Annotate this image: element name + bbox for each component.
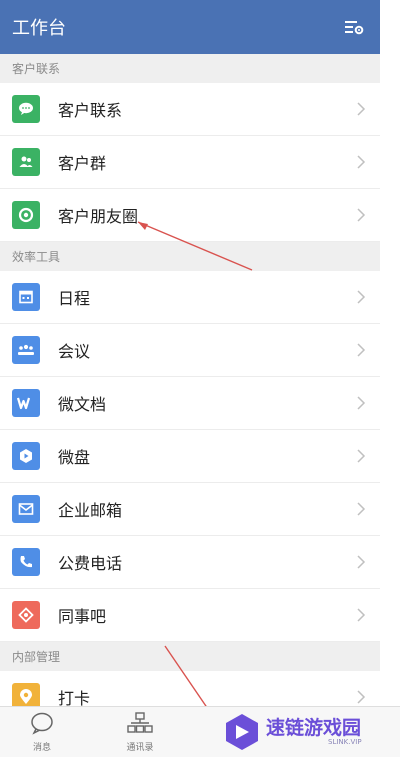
chat-bubble-icon [12, 95, 40, 123]
list-item-customer-contact[interactable]: 客户联系 [0, 83, 380, 136]
tab-messages[interactable]: 消息 [12, 711, 72, 753]
chevron-right-icon [357, 608, 366, 622]
item-label: 企业邮箱 [58, 501, 123, 520]
list-item-phone[interactable]: 公费电话 [0, 536, 380, 589]
document-icon [12, 389, 40, 417]
section-title: 内部管理 [12, 650, 61, 664]
list-item-schedule[interactable]: 日程 [0, 271, 380, 324]
list-item-document[interactable]: 微文档 [0, 377, 380, 430]
tab-label: 通讯录 [126, 743, 154, 753]
chevron-right-icon [357, 290, 366, 304]
chevron-right-icon [357, 502, 366, 516]
chevron-right-icon [357, 396, 366, 410]
section-header-efficiency: 效率工具 [0, 242, 380, 271]
section-header-internal: 内部管理 [0, 642, 380, 671]
chevron-right-icon [357, 155, 366, 169]
item-label: 微盘 [58, 448, 91, 467]
workspace-list: 客户联系 客户联系 客户群 客户朋友圈 效率工具 日程 会议 微文档 微盘 企业… [0, 54, 380, 724]
list-item-customer-group[interactable]: 客户群 [0, 136, 380, 189]
bottom-nav: 消息 通讯录 速链游戏园 SLINK.VIP [0, 706, 400, 757]
tab-label: 消息 [32, 743, 51, 753]
list-item-disk[interactable]: 微盘 [0, 430, 380, 483]
chevron-right-icon [357, 343, 366, 357]
logo-icon [226, 714, 258, 750]
item-label: 客户联系 [58, 101, 123, 120]
calendar-icon [12, 283, 40, 311]
chevron-right-icon [357, 208, 366, 222]
meeting-icon [12, 336, 40, 364]
tab-contacts[interactable]: 通讯录 [110, 711, 170, 753]
chevron-right-icon [357, 102, 366, 116]
item-label: 微文档 [58, 395, 107, 414]
list-item-mail[interactable]: 企业邮箱 [0, 483, 380, 536]
message-icon [31, 712, 53, 735]
watermark-logo: 速链游戏园 SLINK.VIP [222, 709, 396, 755]
list-item-community[interactable]: 同事吧 [0, 589, 380, 642]
app-header: 工作台 [0, 0, 380, 54]
item-label: 会议 [58, 342, 91, 361]
chevron-right-icon [357, 555, 366, 569]
phone-icon [12, 548, 40, 576]
item-label: 同事吧 [58, 607, 107, 626]
item-label: 客户朋友圈 [58, 207, 139, 226]
item-label: 公费电话 [58, 554, 123, 573]
mail-icon [12, 495, 40, 523]
disk-icon [12, 442, 40, 470]
page-title: 工作台 [12, 18, 66, 39]
community-icon [12, 601, 40, 629]
section-header-customer: 客户联系 [0, 54, 380, 83]
list-item-meeting[interactable]: 会议 [0, 324, 380, 377]
watermark-sub: SLINK.VIP [328, 738, 362, 746]
chevron-right-icon [357, 449, 366, 463]
chevron-right-icon [357, 690, 366, 704]
item-label: 客户群 [58, 154, 107, 173]
moments-icon [12, 201, 40, 229]
group-icon [12, 148, 40, 176]
contacts-icon [127, 712, 153, 733]
section-title: 客户联系 [12, 62, 61, 76]
list-item-customer-moments[interactable]: 客户朋友圈 [0, 189, 380, 242]
settings-list-icon[interactable] [342, 15, 366, 39]
section-title: 效率工具 [12, 250, 61, 264]
watermark-text: 速链游戏园 [266, 717, 362, 739]
item-label: 日程 [58, 289, 91, 308]
